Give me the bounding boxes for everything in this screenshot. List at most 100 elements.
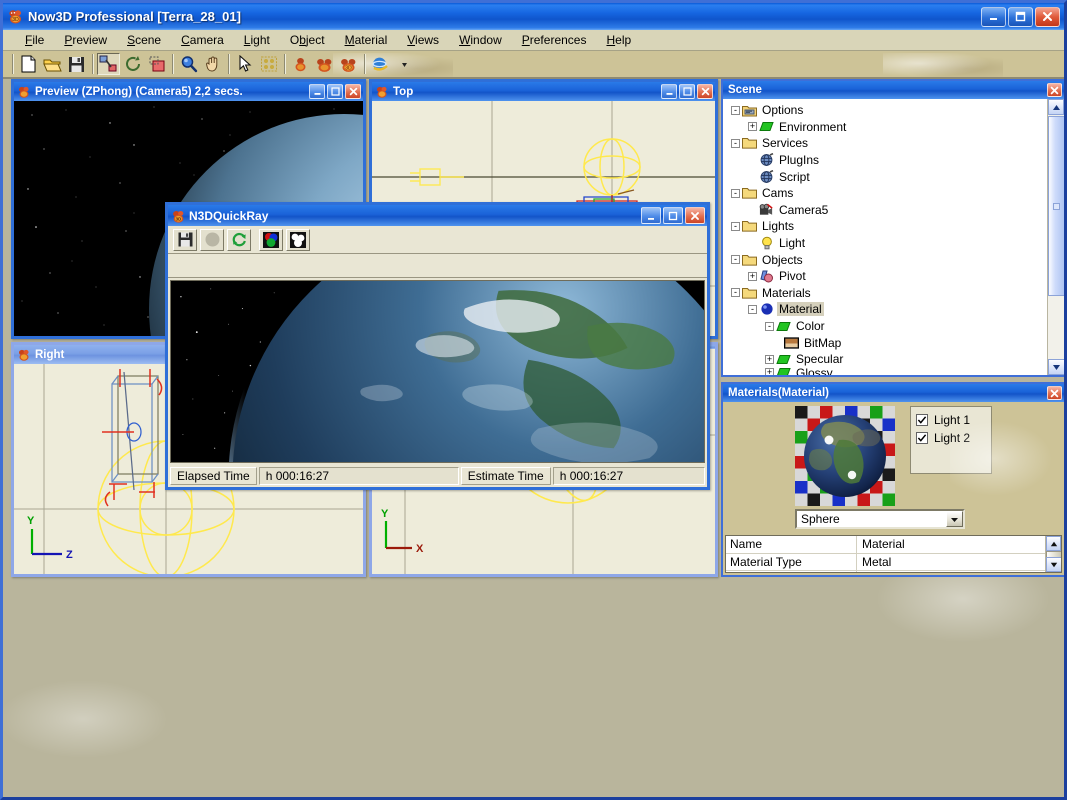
light-2-row[interactable]: Light 2 — [916, 429, 991, 447]
tree-item-plugins[interactable]: PlugIns — [727, 152, 1047, 169]
table-row[interactable]: Name Material — [726, 536, 1045, 554]
light-1-row[interactable]: Light 1 — [916, 411, 991, 429]
pan-hand-icon[interactable] — [201, 53, 224, 75]
tree-item-material[interactable]: - Material — [727, 301, 1047, 318]
menu-object[interactable]: Object — [280, 31, 335, 49]
property-value[interactable]: Metal — [857, 554, 1045, 571]
rotate-tool-icon[interactable] — [121, 53, 144, 75]
scrollbar-thumb[interactable] — [1048, 116, 1064, 296]
light-1-checkbox[interactable] — [916, 414, 928, 426]
tree-item-options[interactable]: - Options — [727, 102, 1047, 119]
rgb-channels-icon[interactable] — [259, 229, 283, 251]
select-arrow-icon[interactable] — [233, 53, 256, 75]
tree-item-lights[interactable]: - Lights — [727, 218, 1047, 235]
save-image-icon[interactable] — [173, 229, 197, 251]
minimize-button[interactable] — [309, 84, 325, 99]
minimize-button[interactable] — [641, 207, 661, 224]
material-property-grid[interactable]: Name Material Material Type Metal Projec… — [725, 535, 1062, 573]
web-browser-icon[interactable] — [369, 53, 392, 75]
close-button[interactable] — [697, 84, 713, 99]
open-folder-icon[interactable] — [41, 53, 64, 75]
expander-icon[interactable]: - — [731, 288, 740, 297]
maximize-button[interactable] — [679, 84, 695, 99]
table-row[interactable]: Project Type Spherical — [726, 571, 1045, 573]
menu-light[interactable]: Light — [234, 31, 280, 49]
tree-item-light[interactable]: Light — [727, 235, 1047, 252]
tree-item-camera5[interactable]: Camera5 — [727, 202, 1047, 219]
tree-item-script[interactable]: Script — [727, 168, 1047, 185]
maximize-button[interactable] — [1008, 7, 1033, 27]
menu-preview[interactable]: Preview — [54, 31, 117, 49]
render-final-icon[interactable]: 3D — [337, 53, 360, 75]
alpha-channel-icon[interactable] — [286, 229, 310, 251]
tree-item-specular[interactable]: + Specular — [727, 351, 1047, 368]
render-preview-icon[interactable] — [313, 53, 336, 75]
material-preview-swatch[interactable] — [795, 406, 895, 506]
expander-icon[interactable]: - — [731, 255, 740, 264]
menu-preferences[interactable]: Preferences — [512, 31, 597, 49]
save-disk-icon[interactable] — [65, 53, 88, 75]
zoom-magnifier-icon[interactable] — [177, 53, 200, 75]
tree-item-pivot[interactable]: + Pivot — [727, 268, 1047, 285]
tree-item-bitmap[interactable]: BitMap — [727, 334, 1047, 351]
light-2-checkbox[interactable] — [916, 432, 928, 444]
property-grid-scrollbar[interactable] — [1045, 536, 1061, 572]
menu-scene[interactable]: Scene — [117, 31, 171, 49]
expander-icon[interactable]: - — [731, 106, 740, 115]
expander-icon[interactable]: + — [748, 272, 757, 281]
menu-views[interactable]: Views — [397, 31, 449, 49]
menu-help[interactable]: Help — [596, 31, 641, 49]
new-document-icon[interactable] — [17, 53, 40, 75]
tree-item-cams[interactable]: - Cams — [727, 185, 1047, 202]
menu-window[interactable]: Window — [449, 31, 512, 49]
expander-icon[interactable]: + — [765, 355, 774, 364]
expander-icon[interactable]: - — [765, 322, 774, 331]
tree-item-materials[interactable]: - Materials — [727, 285, 1047, 302]
maximize-button[interactable] — [327, 84, 343, 99]
stop-render-icon[interactable] — [200, 229, 224, 251]
scroll-up-arrow-icon[interactable] — [1048, 99, 1064, 115]
scale-tool-icon[interactable] — [145, 53, 168, 75]
menu-file[interactable]: File — [15, 31, 54, 49]
scroll-down-arrow-icon[interactable] — [1048, 359, 1064, 375]
app-window: 3D Now3D Professional [Terra_28_01] File… — [0, 0, 1067, 800]
chevron-down-icon[interactable] — [946, 511, 963, 527]
refresh-render-icon[interactable] — [227, 229, 251, 251]
expander-icon[interactable]: - — [731, 139, 740, 148]
close-icon[interactable] — [1047, 83, 1062, 97]
property-value[interactable]: Material — [857, 536, 1045, 553]
table-row[interactable]: Material Type Metal — [726, 554, 1045, 572]
minimize-button[interactable] — [981, 7, 1006, 27]
grid-points-icon[interactable] — [257, 53, 280, 75]
property-value[interactable]: Spherical — [857, 571, 1045, 573]
menu-camera[interactable]: Camera — [171, 31, 234, 49]
scroll-up-arrow-icon[interactable] — [1046, 536, 1061, 551]
expander-icon[interactable]: + — [748, 122, 757, 131]
tree-item-color[interactable]: - Color — [727, 318, 1047, 335]
tree-item-environment[interactable]: + Environment — [727, 119, 1047, 136]
tree-label: Pivot — [777, 269, 808, 283]
web-browser-dropdown-arrow-icon[interactable] — [393, 53, 416, 75]
quickray-render-canvas[interactable] — [170, 280, 705, 463]
expander-icon[interactable]: - — [731, 222, 740, 231]
move-tool-icon[interactable] — [97, 53, 120, 75]
expander-icon[interactable]: + — [765, 368, 774, 375]
close-button[interactable] — [1035, 7, 1060, 27]
scene-tree-scrollbar[interactable] — [1047, 99, 1064, 375]
minimize-button[interactable] — [661, 84, 677, 99]
scene-tree[interactable]: - Options + Environment — [723, 99, 1047, 375]
tree-item-objects[interactable]: - Objects — [727, 251, 1047, 268]
scroll-down-arrow-icon[interactable] — [1046, 557, 1062, 572]
menu-material[interactable]: Material — [335, 31, 398, 49]
close-button[interactable] — [345, 84, 361, 99]
tree-item-glossy[interactable]: + Glossy — [727, 368, 1047, 376]
quickray-dialog[interactable]: 3D N3DQuickRay — [165, 202, 710, 490]
expander-icon[interactable]: - — [748, 305, 757, 314]
close-button[interactable] — [685, 207, 705, 224]
maximize-button[interactable] — [663, 207, 683, 224]
close-icon[interactable] — [1047, 386, 1062, 400]
tree-item-services[interactable]: - Services — [727, 135, 1047, 152]
shape-combo[interactable]: Sphere — [795, 509, 965, 529]
expander-icon[interactable]: - — [731, 189, 740, 198]
render-single-icon[interactable] — [289, 53, 312, 75]
